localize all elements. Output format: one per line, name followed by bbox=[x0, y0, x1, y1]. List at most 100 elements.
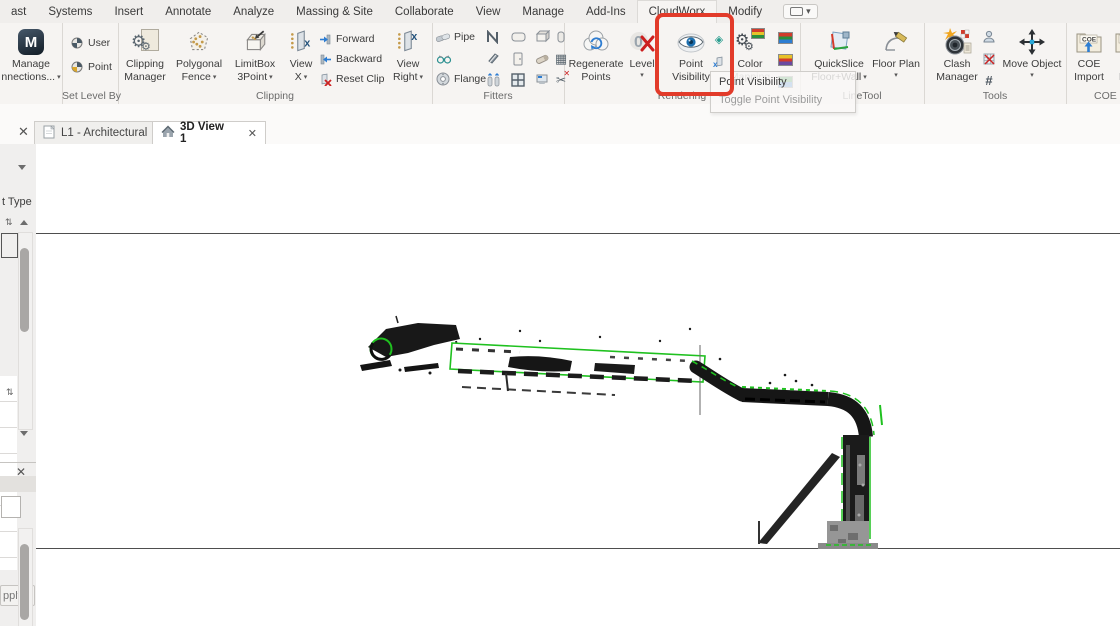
button-label: Level bbox=[629, 58, 654, 71]
floor-plan-button[interactable]: Floor Plan ▾ bbox=[868, 26, 924, 88]
tab-collaborate[interactable]: Collaborate bbox=[384, 0, 465, 23]
tab-precast[interactable]: ast bbox=[0, 0, 37, 23]
clip-forward-button[interactable]: Forward bbox=[318, 31, 375, 47]
eraser-fitting-icon[interactable] bbox=[533, 50, 551, 67]
tab-massing-site[interactable]: Massing & Site bbox=[285, 0, 384, 23]
tab-manage[interactable]: Manage bbox=[511, 0, 575, 23]
button-label: Manager bbox=[124, 71, 165, 84]
move-object-button[interactable]: Move Object ▾ bbox=[998, 26, 1066, 88]
floor-plan-page-icon bbox=[43, 125, 56, 142]
view-x-button[interactable]: x View X▾ bbox=[282, 26, 320, 88]
regenerate-points-button[interactable]: Regenerate Points bbox=[568, 26, 624, 88]
browser-search-input[interactable] bbox=[1, 496, 21, 518]
set-level-user-button[interactable]: User bbox=[70, 35, 110, 51]
point-visibility-tooltip: Point Visibility Toggle Point Visibility bbox=[710, 71, 856, 113]
fit-flange-button[interactable]: Flange bbox=[436, 71, 486, 87]
tab-cloudworx[interactable]: CloudWorx bbox=[637, 0, 718, 24]
scroll-down-icon[interactable] bbox=[20, 431, 28, 436]
tab-systems[interactable]: Systems bbox=[37, 0, 103, 23]
browser-scrollbar-thumb[interactable] bbox=[20, 544, 29, 620]
view-tab-3d-view-1[interactable]: 3D View 1 ✕ bbox=[152, 121, 266, 145]
clipping-manager-button[interactable]: ⚙ ⚙ Clipping Manager bbox=[120, 26, 170, 88]
scroll-up-icon[interactable] bbox=[20, 220, 28, 225]
clash-manager-button[interactable]: Clash Manager bbox=[930, 26, 984, 88]
view-tab-architectural[interactable]: L1 - Architectural bbox=[34, 121, 170, 145]
hash-grid-tool-icon[interactable]: # bbox=[980, 72, 998, 89]
delete-grid-tool-icon[interactable] bbox=[980, 50, 998, 67]
panel-label: Set Level By bbox=[62, 90, 118, 102]
binocular-fit-icon[interactable] bbox=[435, 50, 453, 67]
button-label: Visibility bbox=[672, 71, 710, 84]
panel-close-icon[interactable]: ✕ bbox=[18, 124, 29, 140]
set-level-point-button[interactable]: Point bbox=[70, 59, 112, 75]
tab-modify[interactable]: Modify bbox=[717, 0, 773, 23]
type-selector-caret-icon[interactable] bbox=[18, 165, 26, 170]
dropdown-caret-icon: ▾ bbox=[1030, 71, 1034, 79]
panel-coe: COE COE Import C C Exp COE bbox=[1066, 23, 1120, 104]
eye-icon bbox=[676, 26, 706, 58]
fit-pipe-button[interactable]: Pipe bbox=[436, 29, 475, 45]
clip-backward-button[interactable]: Backward bbox=[318, 51, 382, 67]
button-label: Point bbox=[679, 58, 703, 71]
manage-connections-button[interactable]: M Manage nnections...▾ bbox=[0, 26, 68, 88]
gears-document-icon: ⚙ ⚙ bbox=[131, 26, 159, 58]
level-zero-x-icon: 0 bbox=[628, 26, 656, 58]
selected-property-cell[interactable] bbox=[1, 233, 18, 258]
button-label: User bbox=[88, 37, 110, 49]
button-label: Clipping bbox=[126, 58, 164, 71]
properties-scrollbar-thumb[interactable] bbox=[20, 248, 29, 332]
button-label: Right bbox=[393, 71, 418, 84]
quickslice-icon bbox=[825, 26, 853, 58]
svg-text:x: x bbox=[713, 60, 718, 68]
tab-close-icon[interactable]: ✕ bbox=[248, 127, 257, 140]
panel-manage-connections: M Manage nnections...▾ bbox=[0, 23, 63, 104]
color-swatch-alt-icon[interactable] bbox=[776, 51, 794, 68]
tab-insert[interactable]: Insert bbox=[103, 0, 154, 23]
button-label: Flange bbox=[454, 73, 486, 85]
monitor-fitting-icon[interactable] bbox=[533, 71, 551, 88]
svg-text:x: x bbox=[411, 31, 417, 43]
button-label: Manage bbox=[12, 58, 50, 71]
dropdown-caret-icon: ▾ bbox=[269, 71, 273, 84]
view-tab-label: 3D View 1 bbox=[180, 121, 233, 145]
level-button[interactable]: 0 Level ▾ bbox=[624, 26, 660, 88]
clip-plane-right-icon: x bbox=[395, 26, 421, 58]
color-swatch-icon[interactable] bbox=[776, 29, 794, 46]
sort-icon: ⇅ bbox=[5, 217, 13, 228]
double-pipe-fitting-icon[interactable] bbox=[484, 71, 502, 88]
button-label: COE bbox=[1078, 58, 1101, 71]
door-fitting-icon[interactable] bbox=[509, 50, 527, 67]
beam-fitting-icon[interactable] bbox=[484, 50, 502, 67]
tab-add-ins[interactable]: Add-Ins bbox=[575, 0, 637, 23]
button-label: Fence bbox=[182, 71, 211, 84]
limitbox-cube-icon bbox=[242, 26, 268, 58]
view-right-button[interactable]: x View Right▾ bbox=[386, 26, 430, 88]
reset-clip-button[interactable]: Reset Clip bbox=[318, 71, 384, 87]
edit-type-button[interactable]: t Type bbox=[2, 196, 32, 208]
tray-fitting-icon[interactable] bbox=[509, 28, 527, 45]
properties-grid bbox=[0, 376, 17, 570]
coe-export-button[interactable]: C C Exp bbox=[1110, 26, 1120, 88]
button-label: X bbox=[295, 71, 302, 84]
coe-import-button[interactable]: COE COE Import bbox=[1068, 26, 1110, 88]
button-label: Color bbox=[737, 58, 762, 71]
point-cloud-model[interactable] bbox=[360, 315, 890, 560]
color-mapping-gears-icon: ⚙ ⚙ bbox=[735, 26, 765, 58]
dropdown-caret-icon: ▾ bbox=[894, 71, 898, 79]
button-label: Backward bbox=[336, 53, 382, 65]
button-label: 3Point bbox=[237, 71, 267, 84]
polygonal-fence-button[interactable]: Polygonal Fence▾ bbox=[170, 26, 228, 88]
tab-annotate[interactable]: Annotate bbox=[154, 0, 222, 23]
box-fitting-icon[interactable] bbox=[533, 28, 551, 45]
button-label: QuickSlice bbox=[814, 58, 864, 71]
panel-label: Tools bbox=[924, 90, 1066, 102]
coe-import-folder-icon: COE bbox=[1075, 26, 1103, 58]
limitbox-3point-button[interactable]: LimitBox 3Point▾ bbox=[228, 26, 282, 88]
tab-view[interactable]: View bbox=[465, 0, 512, 23]
ribbon-display-options-button[interactable]: ▾ bbox=[783, 4, 818, 19]
person-tool-icon[interactable] bbox=[980, 28, 998, 45]
tab-analyze[interactable]: Analyze bbox=[222, 0, 285, 23]
ribbon-tab-bar: ast Systems Insert Annotate Analyze Mass… bbox=[0, 0, 1120, 24]
duct-n-fitting-icon[interactable] bbox=[484, 28, 502, 45]
window-grid-fitting-icon[interactable] bbox=[509, 71, 527, 88]
